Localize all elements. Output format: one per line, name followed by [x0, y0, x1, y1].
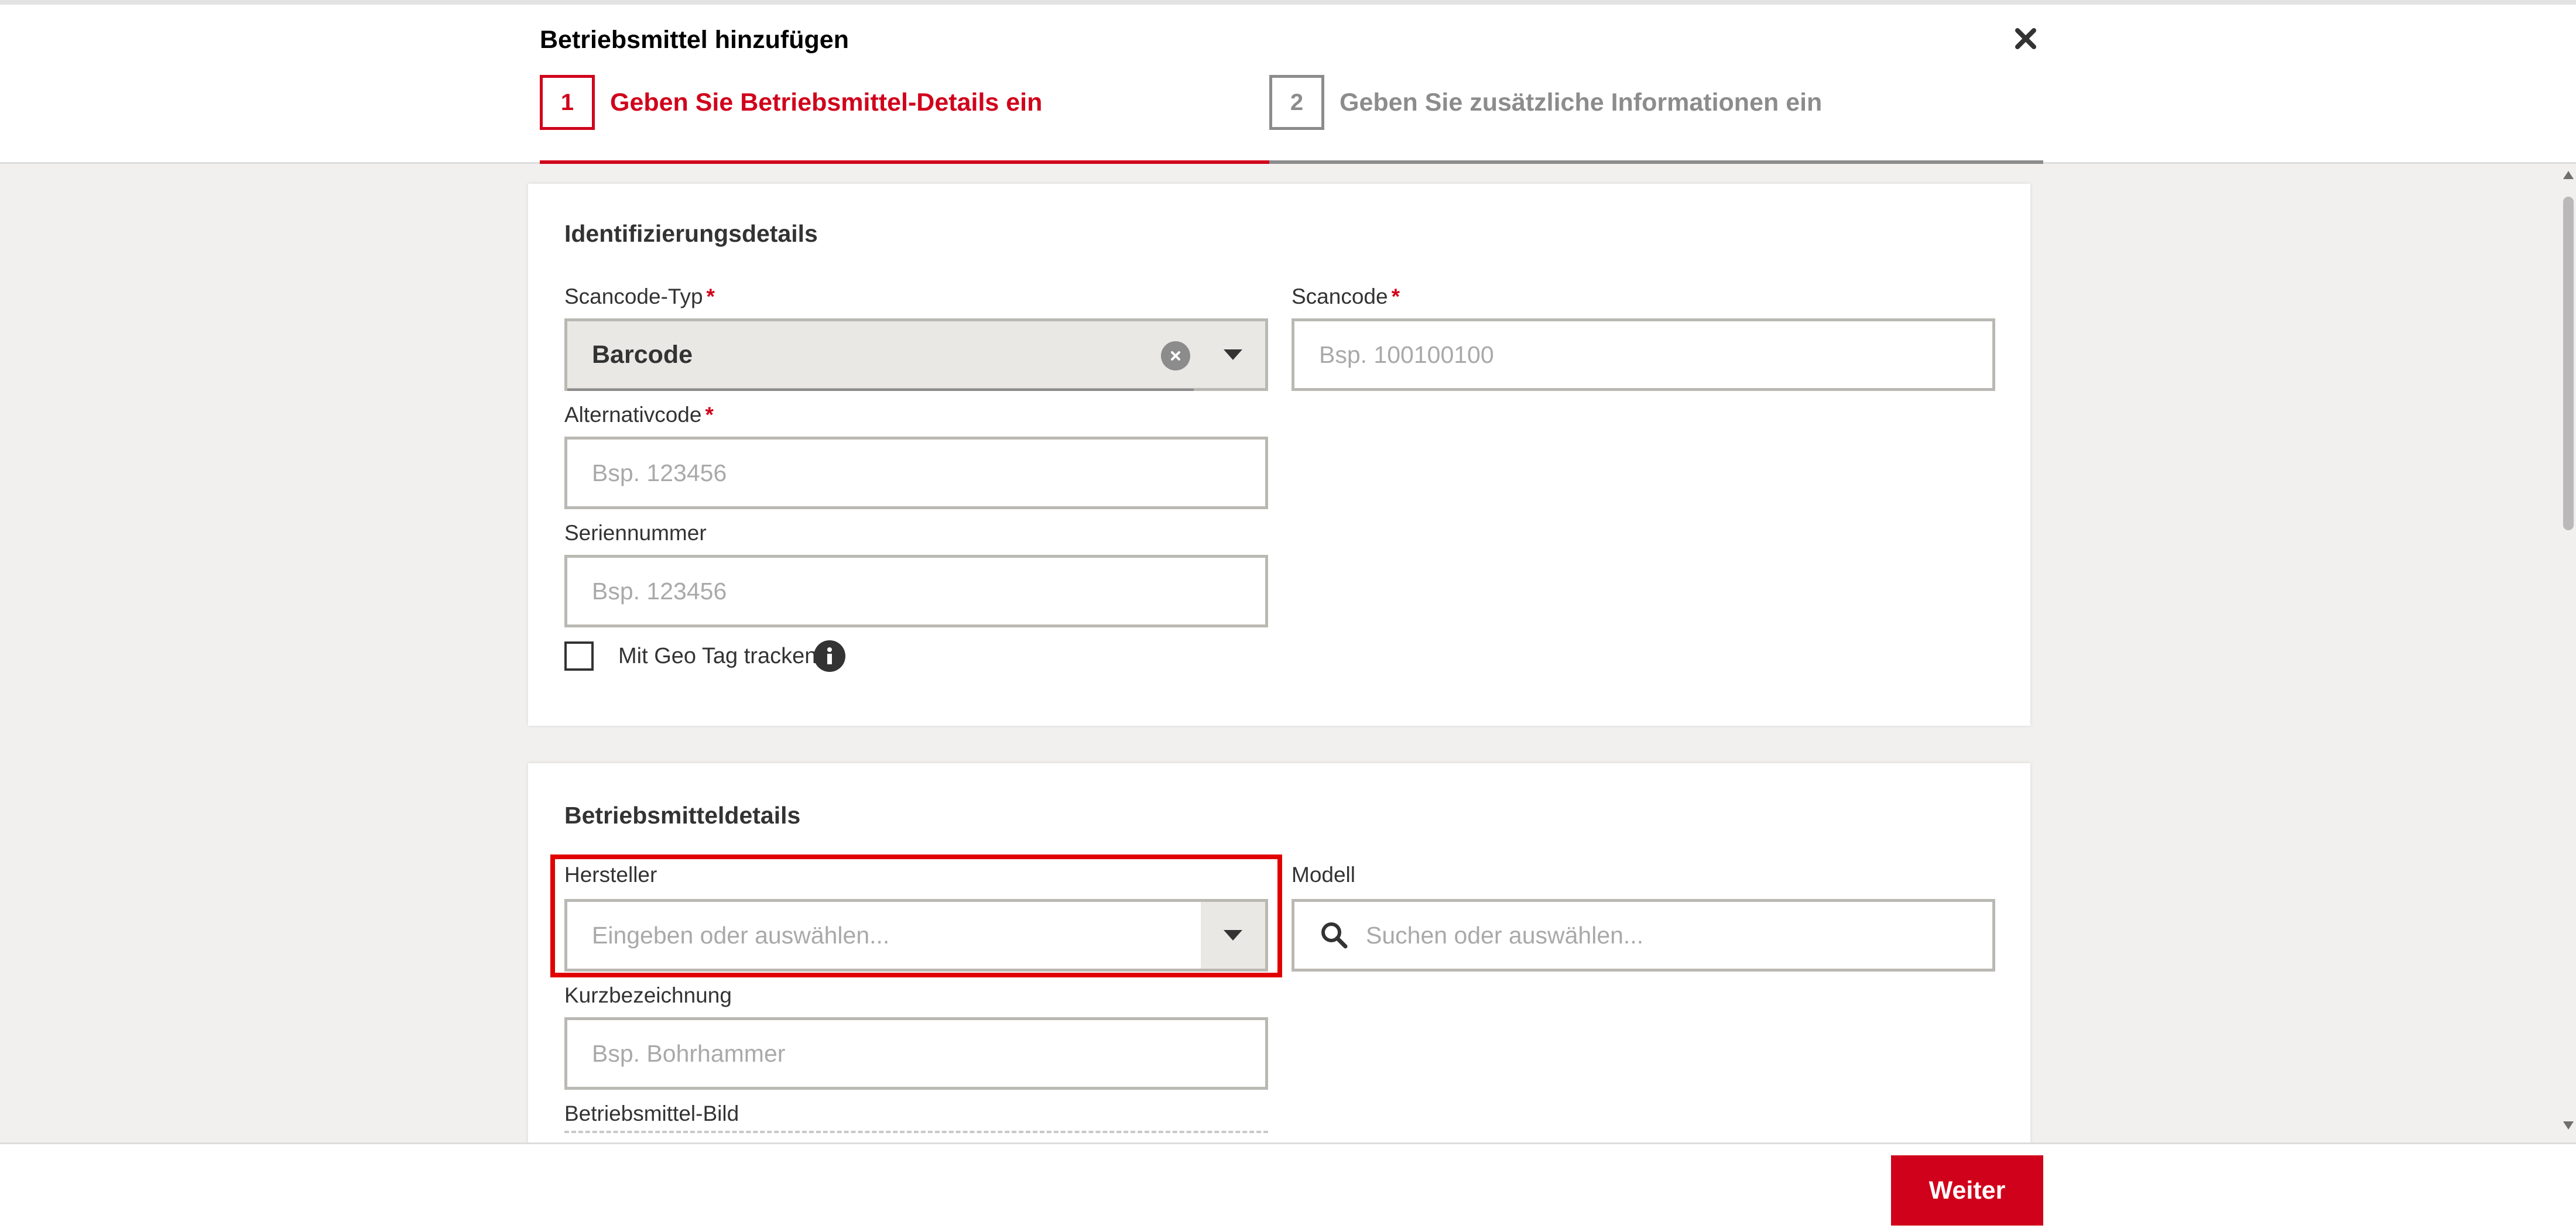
next-button[interactable]: Weiter	[1891, 1155, 2043, 1226]
step-2-label: Geben Sie zusätzliche Informationen ein	[1340, 88, 1823, 116]
geo-tag-checkbox[interactable]	[564, 641, 594, 671]
short-name-placeholder: Bsp. Bohrhammer	[592, 1039, 786, 1067]
identification-card: Identifizierungsdetails Scancode-Typ * Ba…	[528, 184, 2030, 726]
scancode-placeholder: Bsp. 100100100	[1319, 341, 1494, 368]
model-search-input[interactable]: Suchen oder auswählen...	[1292, 899, 1995, 972]
serial-number-placeholder: Bsp. 123456	[592, 577, 727, 605]
scroll-down-icon[interactable]	[2563, 1121, 2574, 1130]
scancode-type-value: Barcode	[592, 340, 693, 369]
step-1-number: 1	[540, 75, 595, 130]
alternative-code-input[interactable]: Bsp. 123456	[564, 437, 1268, 509]
image-dropzone-edge[interactable]	[564, 1131, 1268, 1133]
form-scroll-area: Identifizierungsdetails Scancode-Typ * Ba…	[0, 164, 2576, 1142]
asset-details-title: Betriebsmitteldetails	[564, 802, 801, 829]
model-label: Modell	[1292, 863, 1355, 887]
scroll-up-icon[interactable]	[2563, 171, 2574, 179]
manufacturer-placeholder: Eingeben oder auswählen...	[592, 921, 890, 949]
asset-image-label: Betriebsmittel-Bild	[564, 1101, 739, 1125]
required-mark: *	[705, 403, 714, 427]
dialog-title: Betriebsmittel hinzufügen	[540, 26, 849, 54]
chevron-down-icon[interactable]	[1201, 321, 1265, 388]
step-1-label: Geben Sie Betriebsmittel-Details ein	[610, 88, 1043, 116]
short-name-label: Kurzbezeichnung	[564, 983, 732, 1007]
serial-number-label: Seriennummer	[564, 521, 707, 545]
geo-tag-label: Mit Geo Tag tracken	[618, 644, 817, 668]
required-mark: *	[1391, 284, 1400, 308]
scancode-input[interactable]: Bsp. 100100100	[1292, 318, 1995, 391]
alternative-code-label: Alternativcode *	[564, 403, 714, 427]
top-divider	[0, 0, 2576, 5]
dialog-header: Betriebsmittel hinzufügen 1 Geben Sie Be…	[0, 5, 2576, 164]
step-1-tab[interactable]: 1 Geben Sie Betriebsmittel-Details ein	[540, 70, 1042, 135]
identification-title: Identifizierungsdetails	[564, 220, 818, 247]
manufacturer-label: Hersteller	[564, 863, 657, 887]
dialog-footer: Weiter	[0, 1142, 2576, 1232]
serial-number-input[interactable]: Bsp. 123456	[564, 555, 1268, 627]
info-icon[interactable]	[814, 640, 845, 672]
alternative-code-placeholder: Bsp. 123456	[592, 459, 727, 486]
search-icon	[1319, 920, 1349, 950]
clear-icon[interactable]	[1161, 341, 1190, 370]
step-2-tab[interactable]: 2 Geben Sie zusätzliche Informationen ei…	[1269, 70, 1822, 135]
manufacturer-select[interactable]: Eingeben oder auswählen...	[564, 899, 1268, 972]
model-placeholder: Suchen oder auswählen...	[1366, 921, 1644, 949]
step-2-number: 2	[1269, 75, 1324, 130]
scrollbar-thumb[interactable]	[2563, 197, 2574, 530]
short-name-input[interactable]: Bsp. Bohrhammer	[564, 1017, 1268, 1090]
close-button[interactable]	[2009, 22, 2042, 55]
close-icon	[2015, 28, 2036, 49]
chevron-down-icon[interactable]	[1201, 902, 1265, 969]
required-mark: *	[706, 284, 715, 308]
select-underline	[567, 389, 1194, 391]
scancode-type-select[interactable]: Barcode	[564, 318, 1268, 391]
scancode-type-label: Scancode-Typ *	[564, 284, 715, 308]
asset-details-card: Betriebsmitteldetails Hersteller Eingebe…	[528, 763, 2030, 1142]
scancode-label: Scancode *	[1292, 284, 1400, 308]
